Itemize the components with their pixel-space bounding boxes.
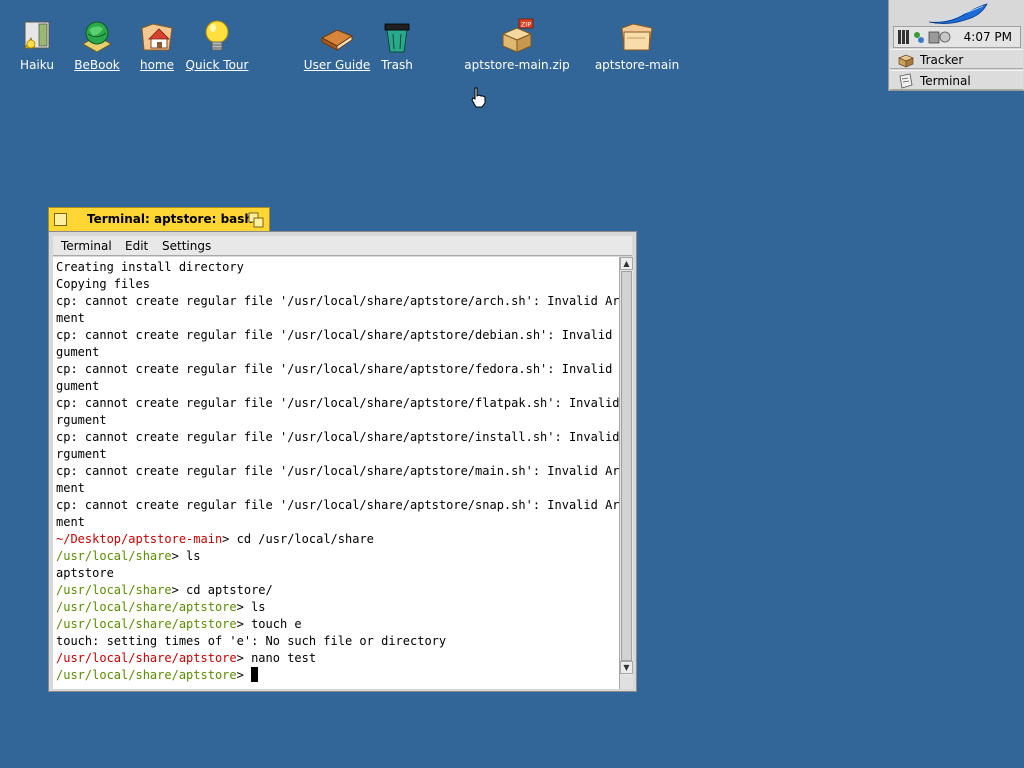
tray-status-icons[interactable] (897, 29, 955, 45)
resize-handle[interactable] (619, 675, 633, 689)
scroll-down-arrow-icon[interactable]: ▼ (620, 661, 633, 674)
terminal-line: ment (56, 515, 85, 529)
bebook-globe-icon (82, 21, 112, 53)
terminal-line: Creating install directory (56, 260, 244, 274)
terminal-line: cp: cannot create regular file '/usr/loc… (56, 430, 619, 444)
close-button[interactable] (54, 213, 67, 226)
home-folder-icon (141, 23, 173, 51)
terminal-line: /usr/local/share/aptstore> (56, 667, 259, 684)
desktop-icon-label: aptstore-main (594, 58, 680, 72)
desktop-icon-quick-tour[interactable]: Quick Tour (172, 18, 262, 72)
terminal-line: cp: cannot create regular file '/usr/loc… (56, 328, 619, 342)
deskbar: 4:07 PM Tracker Terminal (888, 0, 1024, 91)
zoom-button[interactable] (248, 212, 264, 228)
shell-command: > ls (236, 600, 266, 614)
terminal-output[interactable]: Creating install directory Copying files c… (53, 257, 619, 689)
deskbar-app-label: Terminal (920, 74, 971, 88)
deskbar-app-tracker[interactable]: Tracker (890, 49, 1023, 69)
terminal-line: cp: cannot create regular file '/usr/loc… (56, 396, 619, 410)
shell-prompt-path: /usr/local/share/aptstore (56, 668, 237, 682)
terminal-line: cp: cannot create regular file '/usr/loc… (56, 498, 619, 512)
scroll-thumb[interactable] (621, 271, 632, 661)
shell-prompt-path: ~/Desktop/aptstore-main (56, 532, 223, 546)
tracker-icon (898, 54, 914, 68)
terminal-line: cp: cannot create regular file '/usr/loc… (56, 464, 619, 478)
desktop-icon-label: home (139, 58, 175, 72)
desktop-icon-label: aptstore-main.zip (464, 58, 570, 72)
terminal-icon (899, 73, 913, 89)
terminal-line: /usr/local/share/aptstore> nano test (56, 650, 316, 667)
shell-prompt-path: /usr/local/share (56, 583, 172, 597)
terminal-line: ~/Desktop/aptstore-main> cd /usr/local/s… (56, 531, 374, 548)
terminal-line: ment (56, 481, 85, 495)
shell-prompt-path: /usr/local/share/aptstore (56, 600, 237, 614)
terminal-line: /usr/local/share/aptstore> ls (56, 599, 266, 616)
terminal-line: gument (56, 379, 100, 393)
desktop-icon-label: Trash (381, 58, 413, 72)
terminal-line: touch: setting times of 'e': No such fil… (56, 634, 447, 648)
terminal-window: Terminal Edit Settings Creating install … (48, 231, 637, 692)
haiku-leaf-icon[interactable] (925, 2, 989, 26)
shell-prompt-path: /usr/local/share/aptstore (56, 651, 237, 665)
folder-icon (621, 23, 653, 51)
terminal-line: /usr/local/share> cd aptstore/ (56, 582, 273, 599)
terminal-line: rgument (56, 447, 107, 461)
terminal-line: cp: cannot create regular file '/usr/loc… (56, 362, 619, 376)
scroll-up-arrow-icon[interactable]: ▲ (620, 257, 633, 270)
menu-settings[interactable]: Settings (162, 239, 211, 253)
desktop-icon-label: Quick Tour (185, 58, 249, 72)
terminal-window-tab[interactable]: Terminal: aptstore: bash (48, 207, 270, 231)
zip-package-icon: ZIP (501, 18, 534, 53)
hand-cursor-icon (471, 87, 486, 108)
terminal-line: gument (56, 345, 100, 359)
terminal-line: ment (56, 311, 85, 325)
system-tray: 4:07 PM (893, 26, 1021, 48)
text-cursor (251, 667, 259, 682)
shell-prompt-path: /usr/local/share/aptstore (56, 617, 237, 631)
shell-command: > nano test (236, 651, 317, 665)
desktop-icon-label: Haiku (20, 58, 54, 72)
shell-command: > (236, 668, 252, 682)
haiku-disk-icon (24, 21, 50, 49)
desktop-icon-aptstore-main[interactable]: aptstore-main (582, 18, 692, 72)
deskbar-app-terminal[interactable]: Terminal (890, 70, 1023, 90)
terminal-line: /usr/local/share/aptstore> touch e (56, 616, 302, 633)
trash-icon (384, 23, 410, 53)
deskbar-app-label: Tracker (920, 53, 964, 67)
shell-command: > touch e (236, 617, 302, 631)
window-title: Terminal: aptstore: bash (87, 212, 253, 226)
desktop-icon-trash[interactable]: Trash (352, 18, 442, 72)
terminal-line: /usr/local/share> ls (56, 548, 201, 565)
shell-prompt-path: /usr/local/share (56, 549, 172, 563)
terminal-line: cp: cannot create regular file '/usr/loc… (56, 294, 619, 308)
shell-command: > cd /usr/local/share (222, 532, 374, 546)
shell-command: > ls (171, 549, 201, 563)
shell-command: > cd aptstore/ (171, 583, 273, 597)
book-icon (320, 29, 354, 51)
terminal-line: Copying files (56, 277, 150, 291)
terminal-line: rgument (56, 413, 107, 427)
vertical-scrollbar[interactable]: ▲ ▼ (619, 257, 633, 675)
desktop-icon-aptstore-zip[interactable]: ZIP aptstore-main.zip (462, 18, 572, 72)
svg-text:ZIP: ZIP (521, 21, 531, 29)
menu-edit[interactable]: Edit (125, 239, 148, 253)
clock[interactable]: 4:07 PM (964, 30, 1012, 44)
lightbulb-icon (205, 20, 229, 51)
menu-bar: Terminal Edit Settings (53, 236, 632, 256)
terminal-line: aptstore (56, 566, 114, 580)
menu-terminal[interactable]: Terminal (61, 239, 112, 253)
